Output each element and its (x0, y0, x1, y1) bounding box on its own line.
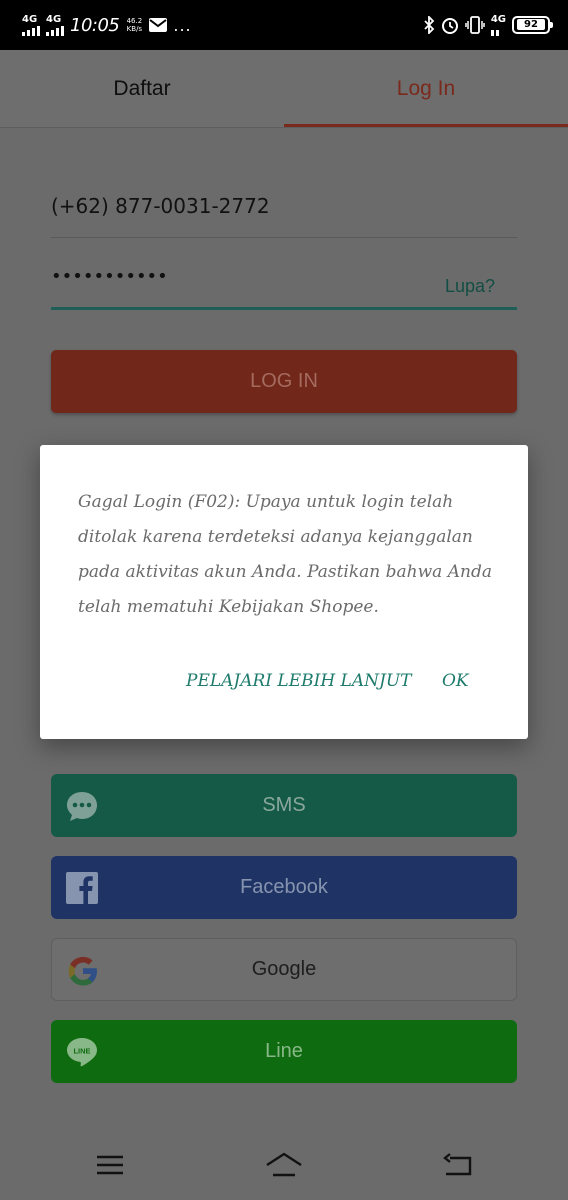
svg-text:LINE: LINE (73, 1047, 90, 1056)
line-label: Line (265, 1040, 303, 1062)
tab-daftar[interactable]: Daftar (0, 50, 284, 127)
phone-input[interactable]: (+62) 877-0031-2772 (51, 188, 517, 238)
speed-unit: KB/s (126, 25, 143, 33)
login-button[interactable]: LOG IN (51, 350, 517, 413)
menu-icon[interactable] (90, 1150, 130, 1180)
google-label: Google (251, 958, 317, 980)
sms-label: SMS (262, 794, 306, 816)
facebook-login-button[interactable]: Facebook (51, 856, 517, 919)
network-speed: 46.2 KB/s (125, 17, 143, 33)
more-notifications-icon: ... (173, 15, 192, 35)
back-icon[interactable] (438, 1150, 478, 1180)
dialog-message: Gagal Login (F02): Upaya untuk login tel… (78, 492, 492, 617)
mobile-data-icon: 4G (490, 13, 506, 36)
tab-log-in[interactable]: Log In (284, 50, 568, 127)
network-label: 4G (490, 13, 506, 25)
facebook-label: Facebook (240, 876, 328, 898)
sim1-label: 4G (22, 13, 38, 25)
tabs-divider (0, 127, 568, 128)
google-login-button[interactable]: Google (51, 938, 517, 1001)
sim2-label: 4G (46, 13, 62, 25)
alarm-icon (441, 18, 458, 34)
clock: 10:05 (70, 14, 120, 36)
speed-value: 46.2 (126, 17, 143, 25)
home-icon[interactable] (264, 1150, 304, 1180)
learn-more-button[interactable]: PELAJARI LEBIH LANJUT (186, 671, 411, 691)
auth-tabs: Daftar Log In (0, 50, 568, 127)
battery-level: 92 (517, 19, 545, 30)
bluetooth-icon (424, 16, 435, 34)
line-login-button[interactable]: LINE Line (51, 1020, 517, 1083)
chat-bubble-icon (67, 792, 97, 821)
password-input[interactable]: ••••••••••• (51, 266, 168, 287)
forgot-password-link[interactable]: Lupa? (445, 276, 495, 297)
vibrate-icon (465, 16, 485, 34)
dialog-actions: PELAJARI LEBIH LANJUT OK (40, 671, 528, 701)
signal-icon-sim2: 4G (46, 13, 64, 36)
login-error-dialog: Gagal Login (F02): Upaya untuk login tel… (40, 445, 528, 739)
mail-icon (149, 18, 168, 32)
signal-icon-sim1: 4G (22, 13, 40, 36)
google-icon (68, 956, 97, 986)
facebook-icon (66, 872, 98, 904)
sms-login-button[interactable]: SMS (51, 774, 517, 837)
system-nav-bar (0, 1130, 568, 1200)
password-field[interactable]: ••••••••••• Lupa? (51, 258, 517, 310)
status-bar: 4G 4G 10:05 46.2 KB/s ... 4G 92 (0, 0, 568, 50)
line-icon: LINE (67, 1038, 97, 1067)
battery-icon: 92 (512, 16, 553, 34)
ok-button[interactable]: OK (442, 671, 469, 691)
